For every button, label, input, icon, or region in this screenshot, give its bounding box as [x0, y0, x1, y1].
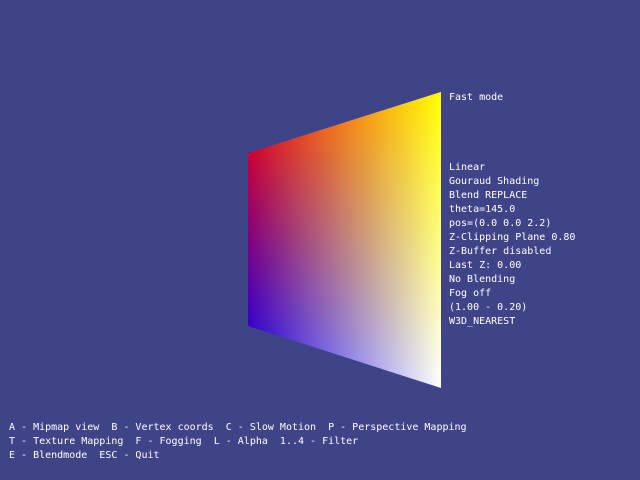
status-blend: Blend REPLACE	[449, 190, 528, 201]
status-fog: Fog off	[449, 288, 492, 299]
keyboard-help: A - Mipmap view B - Vertex coords C - Sl…	[9, 421, 467, 463]
help-line-1: A - Mipmap view B - Vertex coords C - Sl…	[9, 422, 467, 433]
status-fog-range: (1.00 - 0.20)	[449, 302, 528, 313]
status-theta: theta=145.0	[449, 204, 516, 215]
quad-top-fill	[248, 92, 441, 388]
status-texture-filter: W3D_NEAREST	[449, 316, 516, 327]
status-position: pos=(0.0 0.0 2.2)	[449, 218, 552, 229]
status-z-buffer: Z-Buffer disabled	[449, 246, 552, 257]
mode-label: Fast mode	[449, 92, 504, 103]
help-line-2: T - Texture Mapping F - Fogging L - Alph…	[9, 436, 359, 447]
status-last-z: Last Z: 0.00	[449, 260, 522, 271]
status-z-clip: Z-Clipping Plane 0.80	[449, 232, 576, 243]
status-blending: No Blending	[449, 274, 516, 285]
help-line-3: E - Blendmode ESC - Quit	[9, 450, 160, 461]
render-window: Fast mode Linear Gouraud Shading Blend R…	[0, 0, 640, 480]
status-filter: Linear	[449, 162, 486, 173]
status-shading: Gouraud Shading	[449, 176, 540, 187]
status-panel: Linear Gouraud Shading Blend REPLACE the…	[449, 161, 575, 329]
